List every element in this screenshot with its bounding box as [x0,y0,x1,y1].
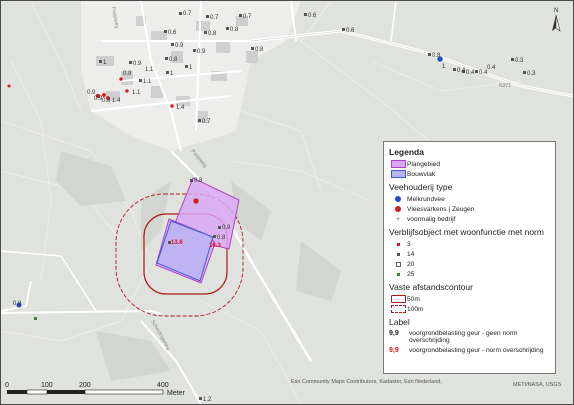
dashed-contour-swatch [390,305,406,313]
road-label-n371: N371 [499,83,511,89]
attribution-text-2: METI/NASA, USGS [513,382,562,388]
red-dot-icon [395,206,401,212]
point-label: 0.8 [169,57,178,63]
solid-contour-swatch [390,295,406,303]
legend-norm-14: 14 [389,249,551,259]
legend-vleesvarkens: Vleesvarkens | Zeugen [389,204,551,214]
legend-veehouderij-header: Veehouderij type [389,182,453,192]
point-label: 0.6 [168,30,177,36]
point-label: 0.6 [346,28,355,34]
point-label: 0.8 [255,47,264,53]
point-label: 0.8 [102,98,111,104]
point-label: 0.8 [230,27,239,33]
point-label: 0.8 [217,235,226,241]
legend-contour-100m: 100m [389,304,551,314]
point-label: 1.1 [143,79,152,85]
point-label: 0.6 [308,13,317,19]
point-label: 0.9 [123,71,132,77]
point-label: 0.7 [210,15,219,21]
point-label: 0.4 [487,65,496,71]
point-label: 1.4 [112,98,121,104]
point-label: 0.7 [183,11,192,17]
grey-square-icon [396,252,400,256]
svg-text:100: 100 [41,382,53,389]
point-label: 0.8 [13,301,22,307]
point-label: 1.4 [176,105,185,111]
legend-norm-25: 25 [389,269,551,279]
plangebied-swatch [390,160,406,168]
svg-text:200: 200 [79,382,91,389]
point-label: 0.3 [527,71,536,77]
legend-plangebied: Plangebied [389,159,551,169]
legend-label-header: Label [389,317,410,327]
exceedance-label-2: 16.3 [209,243,221,249]
point-label: 0.3 [515,58,524,64]
green-marker [34,317,37,320]
green-square-icon [396,272,400,276]
map-legend: Legenda Plangebied Bouwvlak Veehouderij … [383,141,556,374]
legend-title: Legenda [389,147,424,157]
point-label: 0.9 [133,61,142,67]
bouwvlak-swatch [390,170,406,178]
point-label: 0.9 [175,43,184,49]
legend-melkrundvee: Melkrundvee [389,194,551,204]
point-label: 0.7 [202,119,211,125]
point-label: 0.9 [197,49,206,55]
point-label: 0.9 [222,225,231,231]
map-frame: N371 Pasjeweg Pasjeweg Scheidingsweg 0.7… [0,0,574,405]
plus-icon: + [395,215,401,223]
attribution-text: Esri Community Maps Contributors, Kadast… [291,379,443,385]
legend-verblijf-header: Verblijfsobject met woonfunctie met norm [389,227,544,237]
svg-text:0: 0 [5,382,9,389]
exceedance-label-1: 13.6 [171,240,183,246]
legend-contour-50m: 50m [389,294,551,304]
scale-bar: 0 100 200 400 Meter [5,380,205,402]
legend-contour-header: Vaste afstandscontour [389,282,473,292]
point-label: 0.8 [208,31,217,37]
svg-text:400: 400 [157,382,169,389]
legend-label-no-exceedance: 9,9 voorgrondbelasting geur - geen norm o… [389,330,518,344]
legend-norm-3: 3 [389,239,551,249]
red-square-icon [396,242,400,246]
point-label: 1.1 [145,67,154,73]
legend-norm-20: 20 [389,259,551,269]
svg-text:N: N [554,8,558,14]
point-label: 0.8 [432,53,441,59]
point-label: 0.4 [466,70,475,76]
legend-voormalig: + voormalig bedrijf [389,214,551,224]
point-label: 0.7 [243,14,252,20]
point-label: 1.1 [132,90,141,96]
legend-bouwvlak: Bouwvlak [389,169,551,179]
svg-text:Meter: Meter [167,390,186,397]
point-label: 0.4 [457,68,466,74]
legend-label-exceedance: 9,9 voorgrondbelasting geur - norm oversc… [389,347,544,354]
plan-farm-marker [192,197,200,205]
white-square-icon [395,261,401,267]
blue-dot-icon [395,196,401,202]
point-label: 0.8 [194,178,203,184]
